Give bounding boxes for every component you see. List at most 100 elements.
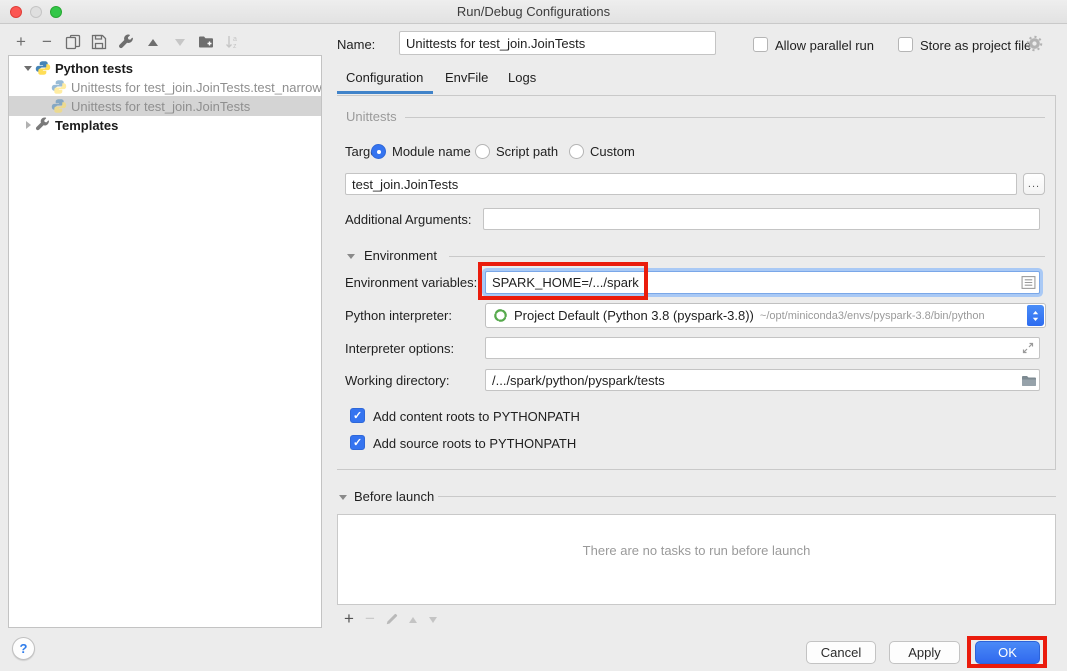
browse-module-button[interactable]: ... xyxy=(1023,173,1045,195)
env-vars-editor-button[interactable] xyxy=(1021,275,1037,291)
arrow-up-icon xyxy=(148,39,158,46)
svg-text:z: z xyxy=(233,43,237,50)
store-as-project-file-checkbox[interactable] xyxy=(898,37,913,52)
cancel-button[interactable]: Cancel xyxy=(806,641,876,664)
additional-arguments-label: Additional Arguments: xyxy=(345,212,471,227)
combo-spinner[interactable] xyxy=(1027,305,1044,326)
arrow-down-icon xyxy=(429,617,437,623)
add-source-roots-label: Add source roots to PYTHONPATH xyxy=(373,436,576,451)
svg-text:a: a xyxy=(233,36,237,43)
environment-collapse-toggle[interactable] xyxy=(347,254,355,259)
tab-configuration[interactable]: Configuration xyxy=(346,70,423,85)
expand-icon xyxy=(1021,341,1035,355)
add-source-roots-checkbox[interactable] xyxy=(350,435,365,450)
working-directory-label: Working directory: xyxy=(345,373,450,388)
move-down-button[interactable] xyxy=(171,33,189,51)
allow-parallel-run-label: Allow parallel run xyxy=(775,38,874,53)
sort-configurations-button[interactable]: az xyxy=(224,33,242,51)
configuration-form: Unittests Target: Module name Script pat… xyxy=(337,95,1056,470)
radio-module-name[interactable] xyxy=(371,144,386,159)
radio-custom[interactable] xyxy=(569,144,584,159)
tree-item-label: Unittests for test_join.JoinTests xyxy=(71,99,250,114)
edit-templates-button[interactable] xyxy=(117,33,135,51)
tree-item-label: Templates xyxy=(55,118,118,133)
folder-icon xyxy=(1021,373,1037,389)
ok-button[interactable]: OK xyxy=(975,641,1040,664)
new-folder-button[interactable] xyxy=(197,33,215,51)
interpreter-options-input[interactable] xyxy=(485,337,1040,359)
python-icon xyxy=(35,60,51,76)
additional-arguments-input[interactable] xyxy=(483,208,1040,230)
edit-task-button[interactable] xyxy=(383,610,401,628)
chevron-right-icon[interactable] xyxy=(21,121,35,129)
sort-az-icon: az xyxy=(225,34,241,50)
tab-logs[interactable]: Logs xyxy=(508,70,536,85)
move-task-up-button[interactable] xyxy=(404,611,422,629)
name-label: Name: xyxy=(337,37,375,52)
tab-envfile[interactable]: EnvFile xyxy=(445,70,488,85)
templates-wrench-icon xyxy=(35,117,51,133)
wrench-icon xyxy=(118,34,134,50)
tree-item-label: Python tests xyxy=(55,61,133,76)
remove-task-button[interactable]: − xyxy=(361,610,379,628)
tree-item-test-narrow[interactable]: Unittests for test_join.JoinTests.test_n… xyxy=(9,77,322,97)
radio-script-path[interactable] xyxy=(475,144,490,159)
copy-configuration-button[interactable] xyxy=(64,33,82,51)
add-content-roots-checkbox[interactable] xyxy=(350,408,365,423)
python-interpreter-select[interactable]: Project Default (Python 3.8 (pyspark-3.8… xyxy=(485,303,1046,328)
group-divider xyxy=(405,117,1045,118)
working-directory-input[interactable] xyxy=(485,369,1040,391)
expand-field-button[interactable] xyxy=(1021,341,1037,357)
ellipsis-icon: ... xyxy=(1028,178,1040,190)
apply-button[interactable]: Apply xyxy=(889,641,960,664)
remove-configuration-button[interactable]: − xyxy=(38,33,56,51)
pencil-icon xyxy=(385,612,399,626)
run-debug-configurations-dialog: Run/Debug Configurations + − az Python t… xyxy=(0,0,1067,671)
tree-item-label: Unittests for test_join.JoinTests.test_n… xyxy=(71,80,322,95)
plus-icon: + xyxy=(344,611,354,627)
plus-icon: + xyxy=(16,34,26,50)
before-launch-collapse-toggle[interactable] xyxy=(339,495,347,500)
add-content-roots-label: Add content roots to PYTHONPATH xyxy=(373,409,580,424)
allow-parallel-run-checkbox[interactable] xyxy=(753,37,768,52)
tree-item-templates[interactable]: Templates xyxy=(9,115,321,135)
save-configuration-button[interactable] xyxy=(90,33,108,51)
tree-item-jointests-selected[interactable]: Unittests for test_join.JoinTests xyxy=(9,96,322,116)
move-up-button[interactable] xyxy=(144,33,162,51)
minus-icon: − xyxy=(42,34,52,50)
interpreter-path: ~/opt/miniconda3/envs/pyspark-3.8/bin/py… xyxy=(760,310,985,322)
store-settings-gear-button[interactable] xyxy=(1026,35,1043,52)
help-button[interactable]: ? xyxy=(12,637,35,660)
browse-folder-button[interactable] xyxy=(1021,373,1037,389)
module-name-input[interactable] xyxy=(345,173,1017,195)
environment-section-label: Environment xyxy=(364,248,437,263)
help-label: ? xyxy=(20,641,28,656)
add-configuration-button[interactable]: + xyxy=(12,33,30,51)
python-run-config-icon xyxy=(51,79,67,95)
chevron-down-icon[interactable] xyxy=(21,66,35,71)
before-launch-empty-text: There are no tasks to run before launch xyxy=(338,543,1055,558)
up-down-arrows-icon xyxy=(1031,308,1040,324)
name-input[interactable] xyxy=(399,31,716,55)
active-tab-underline xyxy=(337,91,433,94)
environment-variables-label: Environment variables: xyxy=(345,275,477,290)
radio-script-path-label: Script path xyxy=(496,144,558,159)
new-folder-icon xyxy=(198,34,214,50)
environment-variables-input[interactable] xyxy=(485,271,1040,294)
gear-icon xyxy=(1026,35,1043,52)
before-launch-section-label: Before launch xyxy=(354,489,434,504)
unittests-group-label: Unittests xyxy=(346,109,397,124)
variables-list-icon xyxy=(1021,275,1036,290)
environment-divider xyxy=(449,256,1045,257)
python-run-config-icon xyxy=(51,98,67,114)
move-task-down-button[interactable] xyxy=(424,611,442,629)
interpreter-options-label: Interpreter options: xyxy=(345,341,454,356)
minus-icon: − xyxy=(365,611,375,627)
configurations-tree: Python tests Unittests for test_join.Joi… xyxy=(8,55,322,628)
add-task-button[interactable]: + xyxy=(340,610,358,628)
tree-item-python-tests[interactable]: Python tests xyxy=(9,58,321,78)
copy-icon xyxy=(65,34,81,50)
interpreter-value: Project Default (Python 3.8 (pyspark-3.8… xyxy=(514,308,754,323)
window-title: Run/Debug Configurations xyxy=(0,4,1067,19)
arrow-down-icon xyxy=(175,39,185,46)
